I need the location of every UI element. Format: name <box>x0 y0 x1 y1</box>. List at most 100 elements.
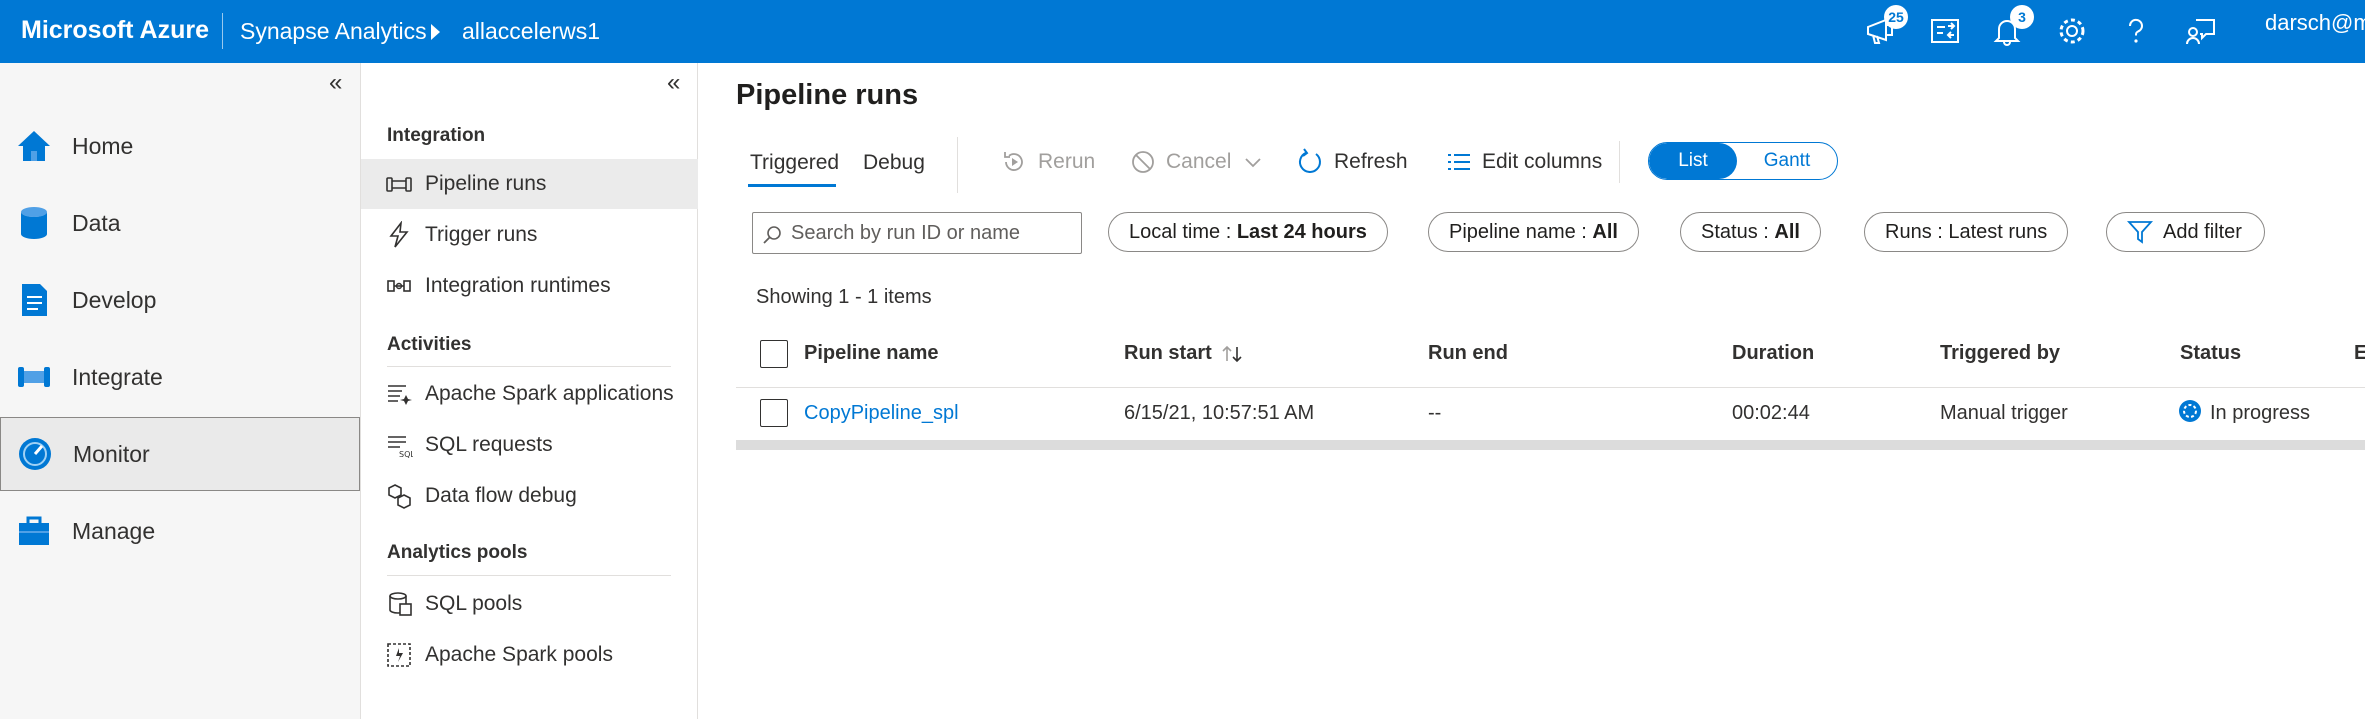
search-input[interactable] <box>789 219 1073 247</box>
spark-pool-icon <box>387 643 411 667</box>
in-progress-icon <box>2179 400 2201 422</box>
subnav-label: Data flow debug <box>425 484 577 507</box>
column-header-pipeline-name[interactable]: Pipeline name <box>804 342 939 365</box>
refresh-label: Refresh <box>1334 150 1408 173</box>
gear-icon <box>2059 18 2085 44</box>
nav-item-data[interactable]: Data <box>0 186 360 260</box>
column-header-run-end[interactable]: Run end <box>1428 342 1508 365</box>
subnav-item-pipeline-runs[interactable]: Pipeline runs <box>361 159 698 209</box>
toolbar-divider <box>957 137 958 193</box>
nav-label: Monitor <box>73 440 150 467</box>
collapse-subnav-button[interactable]: « <box>667 71 680 95</box>
main-content: Pipeline runs Triggered Debug Rerun Canc… <box>698 63 2365 719</box>
subnav-item-trigger-runs[interactable]: Trigger runs <box>361 210 698 260</box>
subnav-item-data-flow-debug[interactable]: Data flow debug <box>361 471 698 521</box>
columns-icon <box>1448 154 1470 170</box>
add-filter-button[interactable]: Add filter <box>2106 212 2265 252</box>
section-heading-analytics-pools: Analytics pools <box>387 542 528 563</box>
edit-columns-button[interactable]: Edit columns <box>1446 145 1602 179</box>
user-feedback-button[interactable] <box>2184 14 2218 48</box>
refresh-icon <box>1299 148 1321 173</box>
lightning-icon <box>389 221 409 248</box>
select-all-checkbox[interactable] <box>760 340 788 368</box>
home-icon <box>18 131 50 161</box>
nav-item-home[interactable]: Home <box>0 109 360 183</box>
tab-debug[interactable]: Debug <box>863 151 925 175</box>
pipeline-icon <box>18 367 50 387</box>
feedback-button[interactable]: 25 <box>1864 5 1908 48</box>
result-count: Showing 1 - 1 items <box>756 286 932 308</box>
duration-cell: 00:02:44 <box>1732 402 1810 424</box>
collapse-nav-button[interactable]: « <box>329 71 342 95</box>
subnav-label: Apache Spark applications <box>425 382 674 405</box>
subnav-item-spark-applications[interactable]: Apache Spark applications <box>361 369 698 419</box>
sql-requests-icon: SQL <box>388 436 413 459</box>
spark-applications-icon <box>388 385 412 405</box>
run-end-cell: -- <box>1428 402 1442 424</box>
directory-switch-button[interactable] <box>1928 14 1962 48</box>
nav-item-manage[interactable]: Manage <box>0 494 360 568</box>
subnav-label: SQL requests <box>425 433 553 456</box>
help-button[interactable] <box>2119 14 2153 48</box>
add-filter-label: Add filter <box>2163 221 2242 243</box>
nav-label: Manage <box>72 517 156 544</box>
section-divider <box>387 575 671 576</box>
subnav-item-sql-pools[interactable]: SQL pools <box>361 579 698 629</box>
svg-text:SQL: SQL <box>399 450 413 459</box>
filter-label: Local time : <box>1129 221 1237 243</box>
nav-label: Home <box>72 132 134 159</box>
subnav-label: Integration runtimes <box>425 274 611 297</box>
column-header-overflow[interactable]: E <box>2354 342 2365 365</box>
breadcrumb-workspace[interactable]: allaccelerws1 <box>462 18 600 45</box>
toolbox-icon <box>19 516 49 545</box>
toolbar-divider <box>1619 141 1620 183</box>
cancel-icon <box>1132 151 1154 173</box>
nav-item-monitor[interactable]: Monitor <box>0 417 360 491</box>
brand-link[interactable]: Microsoft Azure <box>21 16 209 45</box>
tab-triggered[interactable]: Triggered <box>750 151 839 175</box>
subnav-item-spark-pools[interactable]: Apache Spark pools <box>361 630 698 680</box>
runs-filter[interactable]: Runs : Latest runs <box>1864 212 2069 252</box>
sql-pool-icon <box>389 592 412 616</box>
rerun-button[interactable]: Rerun <box>1000 145 1095 179</box>
status-cell: In progress <box>2210 402 2311 424</box>
gantt-view-option[interactable]: Gantt <box>1737 143 1837 179</box>
subnav-item-sql-requests[interactable]: SQL SQL requests <box>361 420 698 470</box>
monitor-subnav: « Integration Pipeline runs Trigger runs… <box>360 63 698 719</box>
subnav-label: SQL pools <box>425 592 523 615</box>
section-heading-integration: Integration <box>387 125 486 146</box>
nav-label: Develop <box>72 286 157 313</box>
integration-runtime-icon <box>387 280 411 292</box>
rerun-icon <box>1004 152 1023 171</box>
column-header-triggered-by[interactable]: Triggered by <box>1940 342 2060 365</box>
settings-button[interactable] <box>2055 14 2089 48</box>
list-view-option[interactable]: List <box>1649 143 1737 179</box>
column-header-status[interactable]: Status <box>2180 342 2241 365</box>
column-header-run-start[interactable]: Run start <box>1124 342 1246 365</box>
directory-switch-icon <box>1931 19 1959 43</box>
pipeline-name-link[interactable]: CopyPipeline_spl <box>804 402 959 425</box>
user-account[interactable]: darsch@m <box>2265 10 2365 36</box>
sort-icon <box>1222 345 1242 362</box>
cancel-button[interactable]: Cancel <box>1130 145 1263 179</box>
breadcrumb-service[interactable]: Synapse Analytics <box>240 18 427 45</box>
subnav-item-integration-runtimes[interactable]: Integration runtimes <box>361 261 698 311</box>
local-time-filter[interactable]: Local time : Last 24 hours <box>1108 212 1388 252</box>
subnav-label: Pipeline runs <box>425 172 547 195</box>
column-header-duration[interactable]: Duration <box>1732 342 1814 365</box>
nav-item-develop[interactable]: Develop <box>0 263 360 337</box>
notifications-button[interactable]: 3 <box>1990 5 2034 48</box>
edit-columns-label: Edit columns <box>1482 150 1603 173</box>
refresh-button[interactable]: Refresh <box>1296 145 1408 179</box>
status-filter[interactable]: Status : All <box>1680 212 1821 252</box>
horizontal-scrollbar[interactable] <box>736 440 2365 450</box>
section-divider <box>387 366 671 367</box>
left-nav: « Home Data Develop Integrate Monitor Ma… <box>0 63 360 719</box>
nav-item-integrate[interactable]: Integrate <box>0 340 360 414</box>
section-heading-activities: Activities <box>387 334 472 355</box>
pipeline-name-filter[interactable]: Pipeline name : All <box>1428 212 1639 252</box>
row-select-checkbox[interactable] <box>760 399 788 427</box>
view-toggle: List Gantt <box>1648 142 1838 180</box>
nav-label: Integrate <box>72 363 163 390</box>
